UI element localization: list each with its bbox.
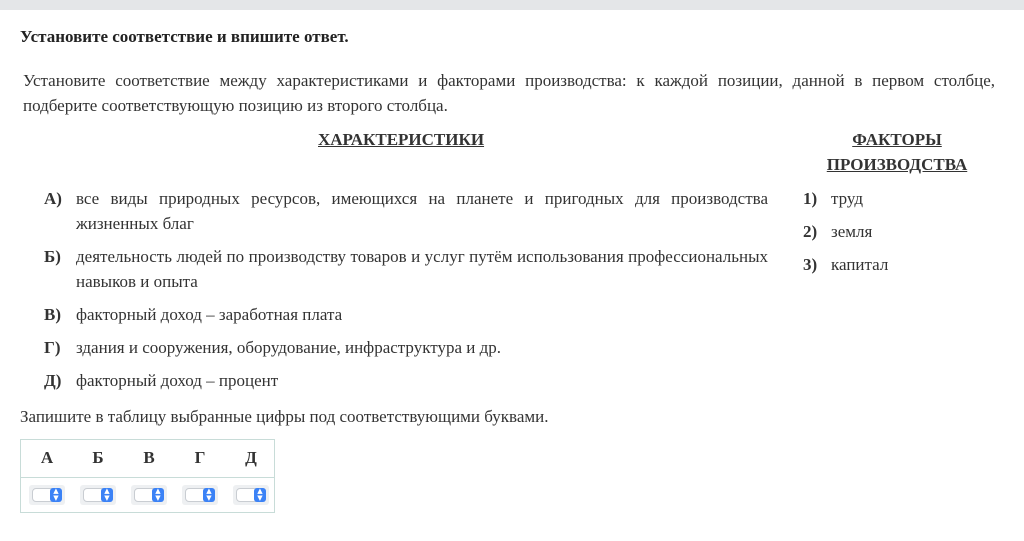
factors-header-line2: ПРОИЗВОДСТВА	[826, 155, 968, 174]
factor-number: 2)	[803, 222, 818, 241]
select-box[interactable]: ▲ ▼	[32, 488, 62, 502]
updown-arrows-icon[interactable]: ▲ ▼	[254, 488, 266, 502]
characteristic-item-g: Г) здания и сооружения, оборудование, ин…	[44, 335, 768, 360]
answer-header-d: Д	[245, 448, 257, 467]
factor-text: земля	[831, 222, 873, 241]
item-text: деятельность людей по производству товар…	[76, 247, 768, 291]
select-box[interactable]: ▲ ▼	[236, 488, 266, 502]
table-divider	[21, 477, 274, 478]
answer-select-a[interactable]: ▲ ▼	[29, 485, 65, 505]
factor-item-1: 1) труд	[803, 186, 863, 211]
task-instructions: Установите соответствие между характерис…	[23, 71, 995, 115]
factor-number: 3)	[803, 255, 818, 274]
characteristics-header: ХАРАКТЕРИСТИКИ	[318, 130, 485, 149]
item-letter: Б)	[44, 247, 61, 266]
item-letter: Д)	[44, 371, 62, 390]
answer-header-v: В	[143, 448, 155, 467]
characteristic-item-v: В) факторный доход – заработная плата	[44, 302, 768, 327]
task-title: Установите соответствие и впишите ответ.	[20, 27, 349, 46]
item-text: здания и сооружения, оборудование, инфра…	[76, 338, 501, 357]
factor-number: 1)	[803, 189, 818, 208]
item-text: все виды природных ресурсов, имеющихся н…	[76, 189, 768, 233]
answer-header-g: Г	[194, 448, 206, 467]
answer-table: А Б В Г Д ▲ ▼ ▲ ▼ ▲ ▼ ▲ ▼ ▲ ▼	[20, 439, 275, 513]
item-letter: В)	[44, 305, 61, 324]
answer-select-d[interactable]: ▲ ▼	[233, 485, 269, 505]
item-letter: Г)	[44, 338, 61, 357]
item-text: факторный доход – заработная плата	[76, 305, 343, 324]
answer-select-b[interactable]: ▲ ▼	[80, 485, 116, 505]
updown-arrows-icon[interactable]: ▲ ▼	[50, 488, 62, 502]
factors-header-line1: ФАКТОРЫ	[852, 130, 942, 149]
answer-instruction: Запишите в таблицу выбранные цифры под с…	[20, 407, 549, 426]
characteristic-item-a: А) все виды природных ресурсов, имеющихс…	[44, 186, 768, 236]
factor-item-3: 3) капитал	[803, 252, 888, 277]
characteristic-item-d: Д) факторный доход – процент	[44, 368, 768, 393]
select-box[interactable]: ▲ ▼	[134, 488, 164, 502]
answer-select-g[interactable]: ▲ ▼	[182, 485, 218, 505]
updown-arrows-icon[interactable]: ▲ ▼	[152, 488, 164, 502]
characteristic-item-b: Б) деятельность людей по производству то…	[44, 244, 768, 294]
updown-arrows-icon[interactable]: ▲ ▼	[101, 488, 113, 502]
updown-arrows-icon[interactable]: ▲ ▼	[203, 488, 215, 502]
select-box[interactable]: ▲ ▼	[83, 488, 113, 502]
factor-text: труд	[831, 189, 863, 208]
top-bar	[0, 0, 1024, 10]
item-text: факторный доход – процент	[76, 371, 279, 390]
answer-header-a: А	[40, 448, 54, 467]
factor-text: капитал	[831, 255, 889, 274]
factors-header: ФАКТОРЫ ПРОИЗВОДСТВА	[814, 127, 980, 177]
factor-item-2: 2) земля	[803, 219, 872, 244]
answer-header-b: Б	[92, 448, 104, 467]
select-box[interactable]: ▲ ▼	[185, 488, 215, 502]
item-letter: А)	[44, 189, 62, 208]
answer-select-v[interactable]: ▲ ▼	[131, 485, 167, 505]
